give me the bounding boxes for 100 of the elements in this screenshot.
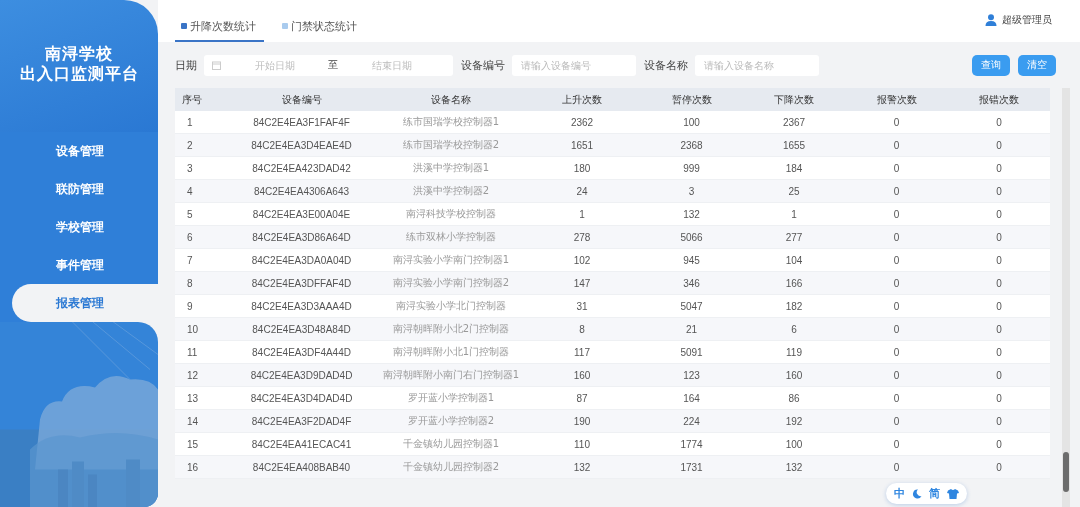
table-cell: 6 <box>743 317 845 341</box>
device-name-field[interactable]: 请输入设备名称 <box>695 54 819 76</box>
tab[interactable]: 升降次数统计 <box>175 12 264 42</box>
column-header: 序号 <box>175 88 225 111</box>
table-cell: 164 <box>640 386 743 410</box>
table-cell: 罗开蓝小学控制器1 <box>378 386 524 410</box>
table-cell: 21 <box>640 317 743 341</box>
device-id-label: 设备编号 <box>461 57 505 73</box>
table-cell: 117 <box>524 340 640 364</box>
table-cell: 0 <box>845 248 948 272</box>
table-cell: 0 <box>845 225 948 249</box>
column-header: 报警次数 <box>845 88 948 111</box>
table-cell: 5 <box>175 202 225 226</box>
tab[interactable]: 门禁状态统计 <box>276 12 365 42</box>
table-cell: 14 <box>175 409 225 433</box>
table-cell: 132 <box>743 455 845 479</box>
table-cell: 0 <box>845 111 948 134</box>
table-cell: 0 <box>948 202 1050 226</box>
table-cell: 100 <box>640 111 743 134</box>
table-cell: 5091 <box>640 340 743 364</box>
table-cell: 0 <box>845 156 948 180</box>
table-cell: 0 <box>948 179 1050 203</box>
user-name: 超级管理员 <box>1002 13 1052 27</box>
range-separator: 至 <box>328 58 338 72</box>
table-cell: 0 <box>948 294 1050 318</box>
table-cell: 0 <box>845 271 948 295</box>
table-cell: 999 <box>640 156 743 180</box>
device-name-label: 设备名称 <box>644 57 688 73</box>
table-cell: 84C2E4EA3D4DAD4D <box>225 386 378 410</box>
table-cell: 2362 <box>524 111 640 134</box>
table-cell: 2367 <box>743 111 845 134</box>
table-cell: 练市国瑞学校控制器1 <box>378 111 524 134</box>
menu-item[interactable]: 学校管理 <box>12 208 158 246</box>
table-cell: 346 <box>640 271 743 295</box>
table-cell: 84C2E4EA3DFFAF4D <box>225 271 378 295</box>
table-cell: 11 <box>175 340 225 364</box>
column-header: 报错次数 <box>948 88 1050 111</box>
table-cell: 南浔朝晖附小南门右门控制器1 <box>378 363 524 387</box>
table-cell: 4 <box>175 179 225 203</box>
table-cell: 86 <box>743 386 845 410</box>
table-cell: 0 <box>845 340 948 364</box>
table-cell: 1651 <box>524 133 640 157</box>
table-cell: 278 <box>524 225 640 249</box>
query-button[interactable]: 查询 <box>972 54 1010 76</box>
table-cell: 7 <box>175 248 225 272</box>
simplified-toggle[interactable]: 简 <box>929 486 940 501</box>
table-cell: 2 <box>175 133 225 157</box>
calendar-icon <box>212 60 221 70</box>
table-cell: 0 <box>948 317 1050 341</box>
table-cell: 190 <box>524 409 640 433</box>
moon-icon[interactable] <box>912 488 922 499</box>
date-label: 日期 <box>175 57 197 73</box>
table-cell: 0 <box>948 225 1050 249</box>
table-cell: 9 <box>175 294 225 318</box>
table-cell: 16 <box>175 455 225 479</box>
table-cell: 13 <box>175 386 225 410</box>
table-cell: 0 <box>845 294 948 318</box>
table-cell: 南浔朝晖附小北1门控制器 <box>378 340 524 364</box>
menu-item[interactable]: 事件管理 <box>12 246 158 284</box>
table-cell: 3 <box>640 179 743 203</box>
table-cell: 0 <box>845 133 948 157</box>
table-cell: 罗开蓝小学控制器2 <box>378 409 524 433</box>
table-cell: 132 <box>524 455 640 479</box>
table-cell: 南浔朝晖附小北2门控制器 <box>378 317 524 341</box>
table-cell: 0 <box>948 271 1050 295</box>
menu-item[interactable]: 报表管理 <box>12 284 158 322</box>
table-cell: 0 <box>948 156 1050 180</box>
table-cell: 84C2E4EA3D3AAA4D <box>225 294 378 318</box>
column-header: 上升次数 <box>524 88 640 111</box>
column-header: 设备编号 <box>225 88 378 111</box>
table-cell: 147 <box>524 271 640 295</box>
shirt-icon[interactable] <box>947 488 959 499</box>
column-header: 设备名称 <box>378 88 524 111</box>
table-cell: 洪溪中学控制器2 <box>378 179 524 203</box>
table-cell: 24 <box>524 179 640 203</box>
language-toggle[interactable]: 中 <box>894 486 905 501</box>
table-cell: 练市双林小学控制器 <box>378 225 524 249</box>
scrollbar[interactable] <box>1062 88 1070 507</box>
table-cell: 1731 <box>640 455 743 479</box>
table-cell: 1 <box>175 111 225 134</box>
device-id-field[interactable]: 请输入设备编号 <box>512 54 636 76</box>
table-cell: 87 <box>524 386 640 410</box>
table-cell: 84C2E4EA3E00A04E <box>225 202 378 226</box>
table-cell: 224 <box>640 409 743 433</box>
table-cell: 1 <box>743 202 845 226</box>
table-cell: 180 <box>524 156 640 180</box>
table-cell: 31 <box>524 294 640 318</box>
clear-button[interactable]: 清空 <box>1018 54 1056 76</box>
table-cell: 84C2E4EA3F2DAD4F <box>225 409 378 433</box>
menu-item[interactable]: 设备管理 <box>12 132 158 170</box>
table-cell: 练市国瑞学校控制器2 <box>378 133 524 157</box>
table-cell: 166 <box>743 271 845 295</box>
table-cell: 3 <box>175 156 225 180</box>
table-cell: 0 <box>948 111 1050 134</box>
table-cell: 5066 <box>640 225 743 249</box>
table-cell: 160 <box>524 363 640 387</box>
table-cell: 0 <box>845 179 948 203</box>
table-cell: 南浔实验小学南门控制器2 <box>378 271 524 295</box>
table-cell: 0 <box>845 386 948 410</box>
menu-item[interactable]: 联防管理 <box>12 170 158 208</box>
